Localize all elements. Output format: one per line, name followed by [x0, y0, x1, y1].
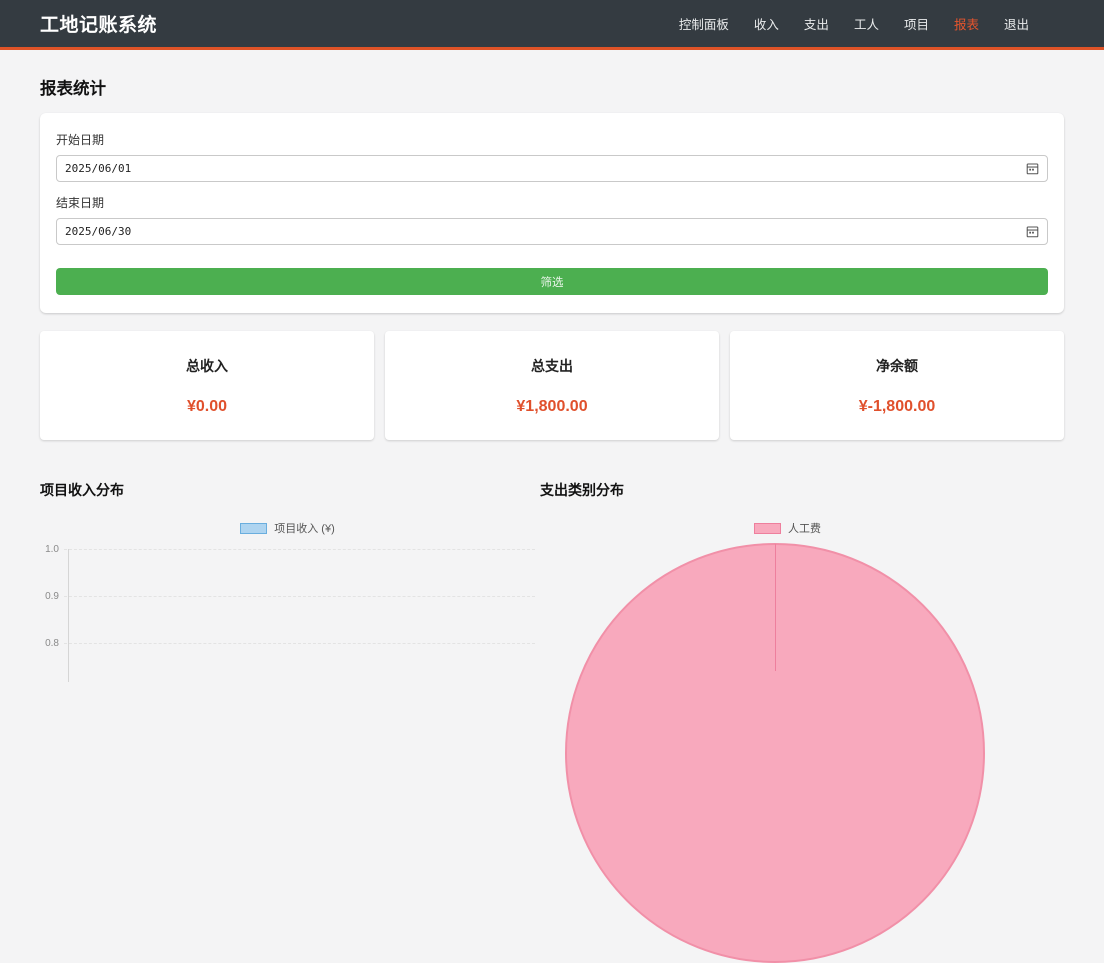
pie-legend-label: 人工费	[788, 520, 821, 536]
nav-item-projects[interactable]: 项目	[904, 14, 929, 33]
y-axis-line	[68, 549, 69, 682]
nav-item-reports[interactable]: 报表	[954, 14, 979, 33]
header: 工地记账系统 控制面板 收入 支出 工人 项目 报表 退出	[0, 0, 1104, 50]
main-content: 报表统计 开始日期 2025/06/01 结束日期 2025/06/30	[0, 75, 1104, 672]
start-date-input[interactable]: 2025/06/01	[56, 155, 1048, 182]
card-net-balance: 净余额 ¥-1,800.00	[730, 331, 1064, 440]
y-tick: 1.0	[40, 542, 535, 556]
app-title: 工地记账系统	[40, 10, 157, 37]
expense-chart-legend[interactable]: 人工费	[540, 520, 1035, 536]
nav-item-workers[interactable]: 工人	[854, 14, 879, 33]
card-amount: ¥0.00	[40, 398, 374, 416]
charts-section: 项目收入分布 项目收入 (¥) 1.0 0.9 0.8	[40, 464, 1064, 672]
bar-legend-label: 项目收入 (¥)	[274, 520, 335, 536]
start-date-label: 开始日期	[56, 131, 1048, 148]
y-tick-label: 1.0	[40, 544, 64, 555]
nav-item-dashboard[interactable]: 控制面板	[679, 14, 729, 33]
filter-submit-button[interactable]: 筛选	[56, 268, 1048, 295]
income-chart-plot: 1.0 0.9 0.8	[40, 542, 535, 672]
expense-chart-title: 支出类别分布	[540, 480, 1035, 500]
expense-chart: 支出类别分布 人工费	[540, 464, 1035, 672]
gridline	[64, 596, 535, 597]
income-chart-legend[interactable]: 项目收入 (¥)	[40, 520, 535, 536]
expense-pie-plot	[540, 540, 1035, 671]
y-tick: 0.9	[40, 589, 535, 603]
summary-cards: 总收入 ¥0.00 总支出 ¥1,800.00 净余额 ¥-1,800.00	[40, 331, 1064, 440]
card-amount: ¥-1,800.00	[730, 398, 1064, 416]
end-date-value: 2025/06/30	[65, 225, 131, 238]
calendar-icon[interactable]	[1026, 162, 1039, 175]
end-date-label: 结束日期	[56, 194, 1048, 211]
nav-item-expense[interactable]: 支出	[804, 14, 829, 33]
card-title: 总支出	[385, 356, 719, 376]
main-nav: 控制面板 收入 支出 工人 项目 报表 退出	[679, 14, 1029, 33]
nav-item-logout[interactable]: 退出	[1004, 14, 1029, 33]
pie-legend-swatch	[754, 523, 781, 534]
card-title: 净余额	[730, 356, 1064, 376]
gridline	[64, 643, 535, 644]
nav-item-income[interactable]: 收入	[754, 14, 779, 33]
y-tick: 0.8	[40, 636, 535, 650]
bar-legend-swatch	[240, 523, 267, 534]
filter-panel: 开始日期 2025/06/01 结束日期 2025/06/30	[40, 113, 1064, 313]
income-chart-title: 项目收入分布	[40, 480, 535, 500]
calendar-icon[interactable]	[1026, 225, 1039, 238]
y-tick-label: 0.9	[40, 591, 64, 602]
card-total-income: 总收入 ¥0.00	[40, 331, 374, 440]
card-total-expense: 总支出 ¥1,800.00	[385, 331, 719, 440]
page-title: 报表统计	[40, 75, 1064, 99]
end-date-input[interactable]: 2025/06/30	[56, 218, 1048, 245]
start-date-value: 2025/06/01	[65, 162, 131, 175]
gridline	[64, 549, 535, 550]
card-amount: ¥1,800.00	[385, 398, 719, 416]
pie-slice-divider	[775, 544, 776, 671]
income-chart: 项目收入分布 项目收入 (¥) 1.0 0.9 0.8	[40, 464, 535, 672]
y-tick-label: 0.8	[40, 638, 64, 649]
card-title: 总收入	[40, 356, 374, 376]
